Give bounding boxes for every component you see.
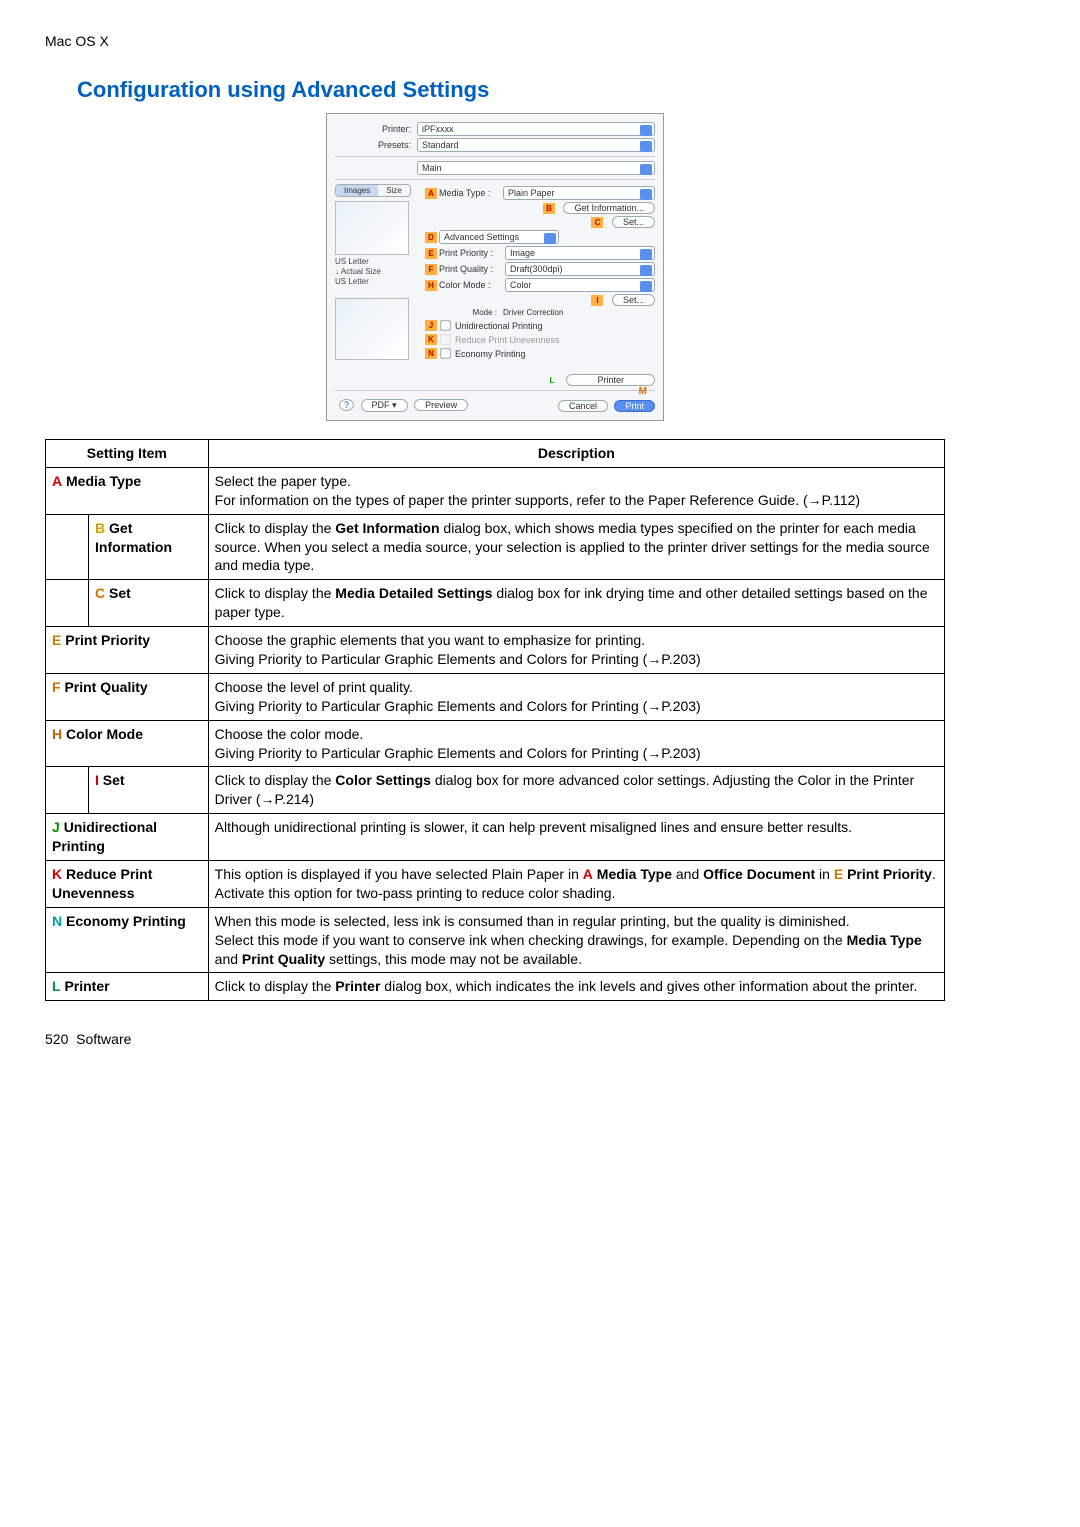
marker-a: A [425, 188, 437, 199]
pdf-button[interactable]: PDF ▾ [361, 399, 408, 412]
cell-item: B Get Information [89, 514, 209, 580]
row-set-media: C Set Click to display the Media Detaile… [46, 580, 945, 627]
cell-item: A Media Type [46, 467, 209, 514]
economy-label: Economy Printing [455, 349, 526, 359]
preview-thumbnail [335, 201, 409, 255]
page-number: 520 [45, 1031, 68, 1047]
cell-desc: Choose the graphic elements that you wan… [208, 627, 944, 674]
cancel-button[interactable]: Cancel [558, 400, 608, 412]
presets-select[interactable]: Standard [417, 138, 655, 152]
row-economy: N Economy Printing When this mode is sel… [46, 907, 945, 973]
adv-settings-select[interactable]: Advanced Settings [439, 230, 559, 244]
table-header-row: Setting Item Description [46, 440, 945, 468]
row-set-color: I Set Click to display the Color Setting… [46, 767, 945, 814]
row-reduce-unevenness: K Reduce Print Unevenness This option is… [46, 861, 945, 908]
cell-desc: Click to display the Color Settings dial… [208, 767, 944, 814]
media-type-label: Media Type : [439, 188, 503, 198]
print-dialog: Printer: iPFxxxx Presets: Standard Main … [326, 113, 664, 421]
help-button[interactable]: ? [339, 399, 354, 411]
row-unidirectional: J Unidirectional Printing Although unidi… [46, 814, 945, 861]
marker-m: M [639, 386, 647, 397]
side-usletter2: US Letter [335, 277, 425, 286]
reduce-label: Reduce Print Unevenness [455, 335, 560, 345]
cell-desc: When this mode is selected, less ink is … [208, 907, 944, 973]
marker-k: K [425, 334, 437, 345]
set-color-button[interactable]: Set... [612, 294, 655, 306]
cell-item: I Set [89, 767, 209, 814]
side-actual: ↓ Actual Size [335, 267, 425, 276]
marker-j: J [425, 320, 437, 331]
unidir-checkbox[interactable] [440, 320, 450, 330]
print-priority-select[interactable]: Image [505, 246, 655, 260]
set-media-button[interactable]: Set... [612, 216, 655, 228]
row-printer: L Printer Click to display the Printer d… [46, 973, 945, 1001]
footer-section: Software [76, 1031, 131, 1047]
print-priority-label: Print Priority : [439, 248, 505, 258]
cell-item: L Printer [46, 973, 209, 1001]
cell-item: N Economy Printing [46, 907, 209, 973]
cell-item: J Unidirectional Printing [46, 814, 209, 861]
row-print-quality: F Print Quality Choose the level of prin… [46, 673, 945, 720]
marker-l: L [546, 375, 558, 386]
tab-size[interactable]: Size [378, 185, 410, 196]
printer-button[interactable]: Printer [566, 374, 655, 386]
settings-table: Setting Item Description A Media Type Se… [45, 439, 945, 1001]
cell-item: K Reduce Print Unevenness [46, 861, 209, 908]
cell-item: H Color Mode [46, 720, 209, 767]
get-info-button[interactable]: Get Information... [563, 202, 655, 214]
mode-label: Mode : [425, 308, 503, 317]
print-button[interactable]: Print [614, 400, 655, 412]
cell-item: E Print Priority [46, 627, 209, 674]
cell-item: C Set [89, 580, 209, 627]
media-type-select[interactable]: Plain Paper [503, 186, 655, 200]
side-usletter: US Letter [335, 257, 425, 266]
marker-e: E [425, 248, 437, 259]
dialog-tabs[interactable]: Images Size [335, 184, 411, 197]
print-quality-select[interactable]: Draft(300dpi) [505, 262, 655, 276]
printer-label: Printer: [335, 124, 417, 134]
color-mode-label: Color Mode : [439, 280, 505, 290]
marker-h: H [425, 280, 437, 291]
row-get-information: B Get Information Click to display the G… [46, 514, 945, 580]
cell-desc: This option is displayed if you have sel… [208, 861, 944, 908]
panel-select[interactable]: Main [417, 161, 655, 175]
marker-n: N [425, 348, 437, 359]
preview-button[interactable]: Preview [414, 399, 468, 411]
breadcrumb: Mac OS X [45, 33, 945, 49]
page-footer: 520 Software [45, 1031, 945, 1047]
cell-item: F Print Quality [46, 673, 209, 720]
marker-d: D [425, 232, 437, 243]
cell-desc: Click to display the Media Detailed Sett… [208, 580, 944, 627]
cell-desc: Although unidirectional printing is slow… [208, 814, 944, 861]
tab-images[interactable]: Images [336, 185, 378, 196]
presets-label: Presets: [335, 140, 417, 150]
page-title: Configuration using Advanced Settings [77, 77, 945, 103]
printer-select[interactable]: iPFxxxx [417, 122, 655, 136]
cell-desc: Select the paper type. For information o… [208, 467, 944, 514]
marker-c: C [591, 217, 603, 228]
col-description: Description [208, 440, 944, 468]
cell-desc: Choose the color mode. Giving Priority t… [208, 720, 944, 767]
preview-printer [335, 298, 409, 360]
marker-i: I [591, 295, 603, 306]
marker-b: B [543, 203, 555, 214]
print-quality-label: Print Quality : [439, 264, 505, 274]
mode-value: Driver Correction [503, 308, 563, 317]
marker-f: F [425, 264, 437, 275]
unidir-label: Unidirectional Printing [455, 321, 543, 331]
row-media-type: A Media Type Select the paper type. For … [46, 467, 945, 514]
cell-desc: Click to display the Get Information dia… [208, 514, 944, 580]
col-setting-item: Setting Item [46, 440, 209, 468]
cell-desc: Click to display the Printer dialog box,… [208, 973, 944, 1001]
cell-desc: Choose the level of print quality. Givin… [208, 673, 944, 720]
color-mode-select[interactable]: Color [505, 278, 655, 292]
row-color-mode: H Color Mode Choose the color mode. Givi… [46, 720, 945, 767]
row-print-priority: E Print Priority Choose the graphic elem… [46, 627, 945, 674]
reduce-checkbox[interactable] [440, 334, 450, 344]
economy-checkbox[interactable] [440, 348, 450, 358]
